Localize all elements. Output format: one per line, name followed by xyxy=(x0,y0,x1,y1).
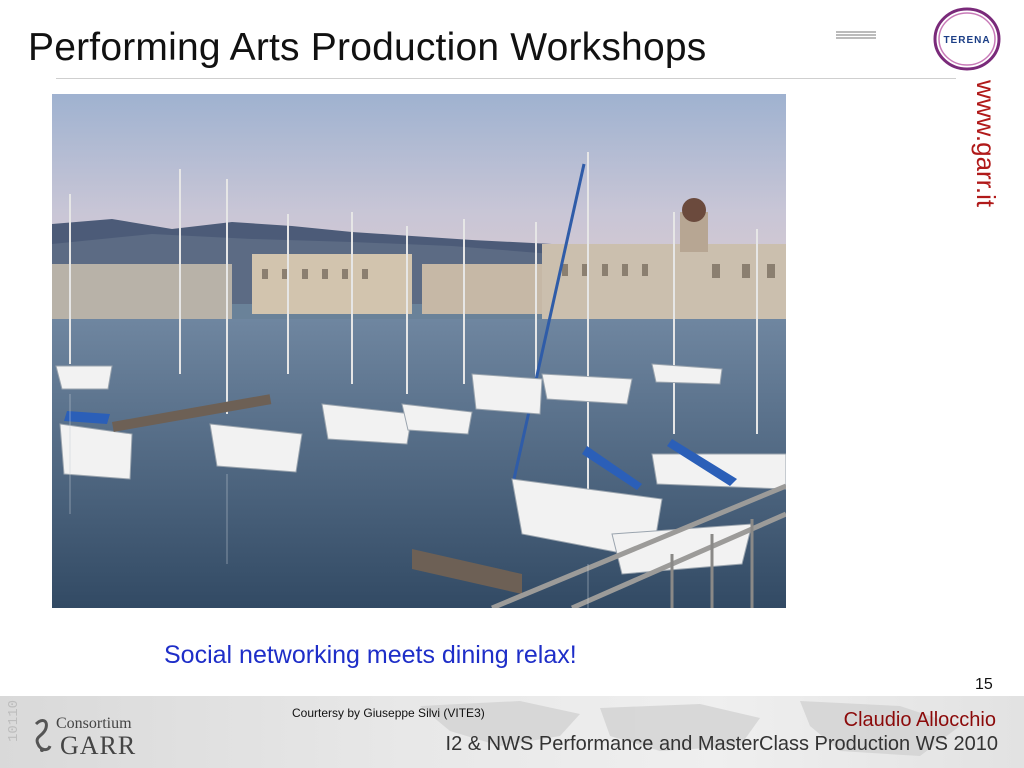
marina-photo xyxy=(52,94,786,608)
terena-logo-text: TERENA xyxy=(943,35,990,46)
slide-title: Performing Arts Production Workshops xyxy=(28,26,707,69)
terena-logo: TERENA xyxy=(932,6,1002,72)
event-name: I2 & NWS Performance and MasterClass Pro… xyxy=(445,733,998,755)
photo-credit: Courtersy by Giuseppe Silvi (VITE3) xyxy=(292,706,485,720)
garr-logo-text: GARR xyxy=(60,731,136,760)
consortium-text: Consortium xyxy=(56,715,132,732)
garr-url-logo: www.garr.it xyxy=(955,79,1005,220)
title-divider xyxy=(56,78,956,79)
binary-decoration: 10110 xyxy=(6,700,22,743)
author-name: Claudio Allocchio xyxy=(843,709,996,731)
photo-caption: Social networking meets dining relax! xyxy=(164,641,577,669)
tiny-note-graphic xyxy=(836,30,876,40)
consortium-garr-logo: Consortium GARR xyxy=(28,710,163,762)
garr-url-text: www.garr.it xyxy=(971,80,1001,208)
page-number: 15 xyxy=(975,676,993,693)
